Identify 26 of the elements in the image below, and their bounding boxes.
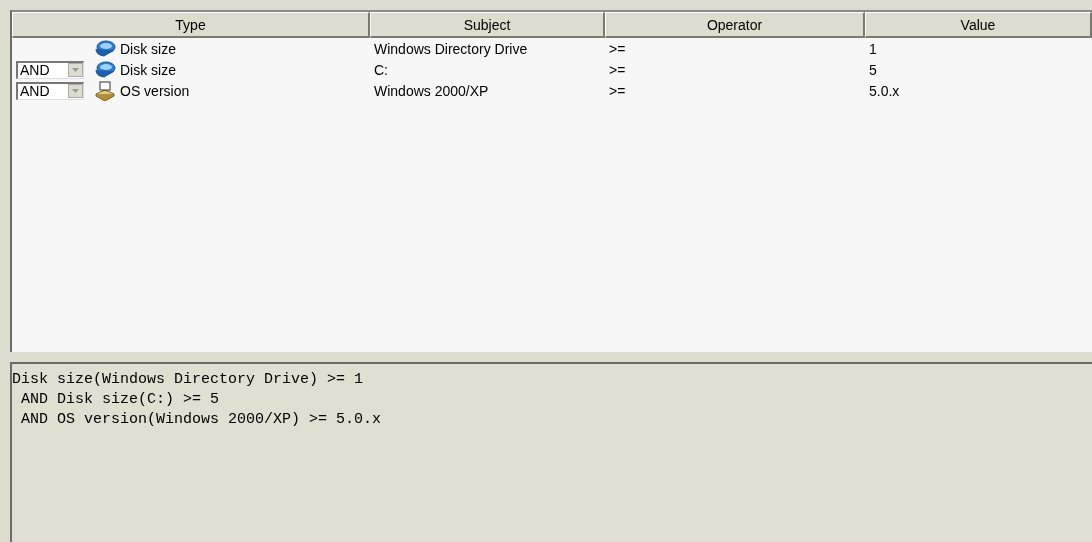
expression-line: AND Disk size(C:) >= 5 <box>20 390 221 410</box>
type-text: OS version <box>120 82 190 99</box>
disk-icon <box>94 39 116 58</box>
computer-icon <box>94 80 116 101</box>
subject-cell-text: Windows 2000/XP <box>373 82 490 99</box>
operator-cell-text: >= <box>608 61 627 78</box>
operator-cell-text: >= <box>608 40 627 57</box>
expression-line: Disk size(Windows Directory Drive) >= 1 <box>12 370 365 390</box>
type-text: Disk size <box>120 40 176 57</box>
type-text: Disk size <box>120 61 176 78</box>
caret-icon <box>72 89 79 93</box>
column-header[interactable]: Operator <box>605 12 865 38</box>
disk-icon <box>94 60 116 79</box>
value-cell-text: 5.0.x <box>868 82 901 99</box>
expression-line: AND OS version(Windows 2000/XP) >= 5.0.x <box>20 410 383 430</box>
subject-cell-text: C: <box>373 61 389 78</box>
connector-dropdown[interactable]: AND <box>16 81 84 100</box>
column-header[interactable]: Subject <box>370 12 605 38</box>
subject-cell-text: Windows Directory Drive <box>373 40 529 57</box>
value-cell-text: 1 <box>868 40 878 57</box>
operator-cell-text: >= <box>608 82 627 99</box>
column-header[interactable]: Value <box>865 12 1092 38</box>
column-header[interactable]: Type <box>12 12 370 38</box>
value-cell-text: 5 <box>868 61 878 78</box>
connector-dropdown[interactable]: AND <box>16 60 84 79</box>
caret-icon <box>72 68 79 72</box>
